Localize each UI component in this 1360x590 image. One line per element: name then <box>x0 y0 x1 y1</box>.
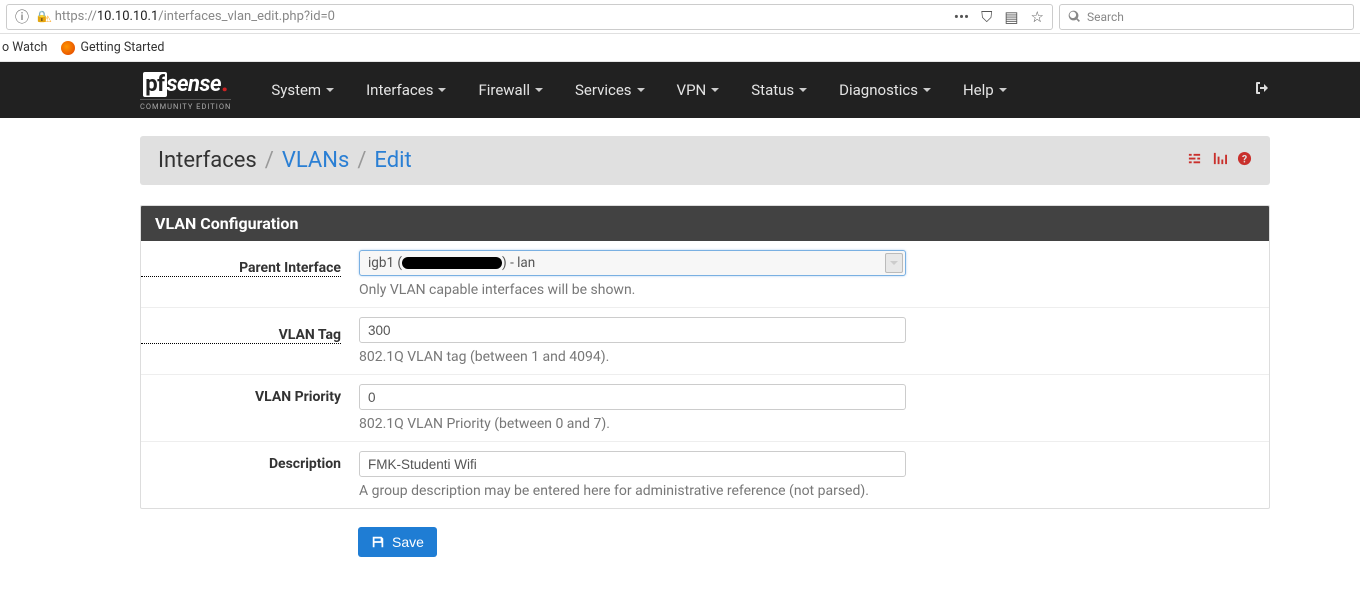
more-icon[interactable]: ••• <box>954 8 969 26</box>
logout-icon[interactable] <box>1254 80 1270 100</box>
breadcrumb-bar: Interfaces / VLANs / Edit ? <box>140 136 1270 185</box>
vlan-tag-input[interactable] <box>359 317 906 343</box>
nav-interfaces[interactable]: Interfaces <box>350 63 462 117</box>
help-icon[interactable]: ? <box>1237 151 1252 170</box>
info-icon[interactable]: ⓘ <box>15 7 29 27</box>
svg-text:?: ? <box>1242 152 1247 165</box>
settings-icon[interactable] <box>1187 151 1202 170</box>
pfsense-logo[interactable]: pfsense. COMMUNITY EDITION <box>140 69 231 111</box>
row-vlan-tag: VLAN Tag 802.1Q VLAN tag (between 1 and … <box>141 308 1269 375</box>
breadcrumb-vlans[interactable]: VLANs <box>282 148 349 173</box>
reader-icon[interactable]: ▤ <box>1004 8 1018 26</box>
nav-vpn[interactable]: VPN <box>661 63 736 117</box>
chevron-down-icon <box>999 88 1007 92</box>
redacted-mac <box>402 257 502 269</box>
save-icon <box>371 535 385 549</box>
label-parent-interface: Parent Interface <box>141 255 341 277</box>
search-placeholder: Search <box>1087 10 1124 24</box>
breadcrumb-edit[interactable]: Edit <box>374 148 411 173</box>
vlan-config-panel: VLAN Configuration Parent Interface igb1… <box>140 205 1270 509</box>
help-description: A group description may be entered here … <box>359 483 906 499</box>
bookmark-watch[interactable]: o Watch <box>2 40 47 55</box>
parent-interface-select[interactable]: igb1 () - lan <box>359 250 906 276</box>
nav-services[interactable]: Services <box>559 63 661 117</box>
label-description: Description <box>269 451 341 472</box>
browser-search[interactable]: Search <box>1059 4 1354 30</box>
bookmark-bar: o Watch Getting Started <box>0 34 1360 62</box>
bookmark-getting-started[interactable]: Getting Started <box>61 40 164 55</box>
row-parent-interface: Parent Interface igb1 () - lan Only VLAN… <box>141 241 1269 308</box>
lock-warning-icon[interactable]: 🔒⚠ <box>35 10 49 23</box>
breadcrumb: Interfaces / VLANs / Edit <box>158 148 412 173</box>
chevron-down-icon <box>711 88 719 92</box>
main-navbar: pfsense. COMMUNITY EDITION System Interf… <box>0 62 1360 118</box>
browser-chrome: ⓘ 🔒⚠ https://10.10.10.1/interfaces_vlan_… <box>0 0 1360 34</box>
nav-system[interactable]: System <box>255 63 350 117</box>
description-input[interactable] <box>359 451 906 477</box>
row-vlan-priority: VLAN Priority 802.1Q VLAN Priority (betw… <box>141 375 1269 442</box>
url-bar[interactable]: ⓘ 🔒⚠ https://10.10.10.1/interfaces_vlan_… <box>6 4 1053 30</box>
chevron-down-icon <box>637 88 645 92</box>
chevron-down-icon <box>535 88 543 92</box>
chevron-down-icon <box>923 88 931 92</box>
search-icon <box>1068 10 1081 23</box>
nav-firewall[interactable]: Firewall <box>462 63 559 117</box>
vlan-priority-input[interactable] <box>359 384 906 410</box>
panel-header: VLAN Configuration <box>141 206 1269 241</box>
stats-icon[interactable] <box>1212 151 1227 170</box>
breadcrumb-root: Interfaces <box>158 148 257 173</box>
chevron-down-icon <box>799 88 807 92</box>
url-text: https://10.10.10.1/interfaces_vlan_edit.… <box>55 9 948 24</box>
page-content: Interfaces / VLANs / Edit ? VLAN Configu… <box>0 118 1360 587</box>
nav-help[interactable]: Help <box>947 63 1023 117</box>
help-parent: Only VLAN capable interfaces will be sho… <box>359 282 906 298</box>
help-tag: 802.1Q VLAN tag (between 1 and 4094). <box>359 349 906 365</box>
pocket-icon[interactable]: ⛉ <box>981 8 992 26</box>
row-description: Description A group description may be e… <box>141 442 1269 508</box>
chevron-down-icon <box>326 88 334 92</box>
save-button[interactable]: Save <box>358 527 437 557</box>
dropdown-arrow-icon <box>885 253 903 273</box>
label-vlan-priority: VLAN Priority <box>255 384 341 405</box>
chevron-down-icon <box>438 88 446 92</box>
label-vlan-tag: VLAN Tag <box>141 322 341 344</box>
bookmark-star-icon[interactable]: ☆ <box>1031 8 1044 26</box>
firefox-icon <box>61 41 75 55</box>
nav-status[interactable]: Status <box>735 63 823 117</box>
nav-diagnostics[interactable]: Diagnostics <box>823 63 947 117</box>
help-priority: 802.1Q VLAN Priority (between 0 and 7). <box>359 416 906 432</box>
